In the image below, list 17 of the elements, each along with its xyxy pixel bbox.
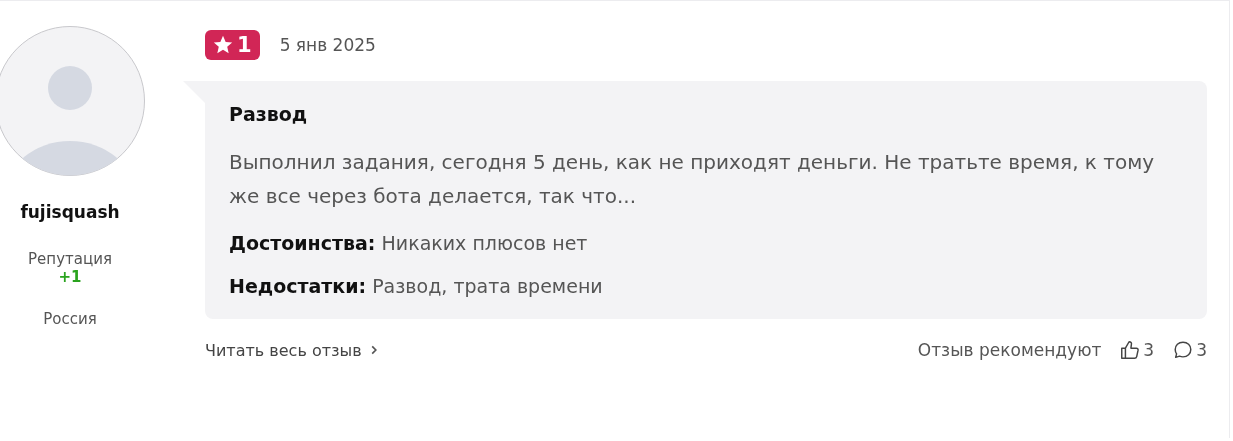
review-text: Выполнил задания, сегодня 5 день, как не приходят деньги. Не тратьте время, к тому же все через бота делается, так что... [229, 149, 1156, 210]
section-text: Развод, трата времени [372, 275, 603, 297]
read-more-link[interactable]: Читать весь отзыв [205, 340, 380, 360]
reputation-label: Репутация [28, 250, 112, 268]
review-date: 5 янв 2025 [279, 34, 376, 55]
like-button[interactable]: 3 [1119, 339, 1155, 361]
avatar-icon [0, 26, 145, 176]
rating-badge: 1 [205, 29, 260, 60]
section-label: Недостатки: [229, 275, 367, 297]
section-text: Никаких плюсов нет [381, 232, 588, 254]
author-name[interactable]: fujisquash [20, 202, 120, 222]
comments-button[interactable]: 3 [1172, 339, 1207, 361]
recommend-label: Отзыв рекомендуют [917, 340, 1102, 360]
reputation-value: +1 [58, 268, 82, 286]
section-label: Достоинства: [229, 232, 376, 254]
author-country: Россия [43, 310, 97, 328]
review-title: Развод [229, 103, 309, 125]
